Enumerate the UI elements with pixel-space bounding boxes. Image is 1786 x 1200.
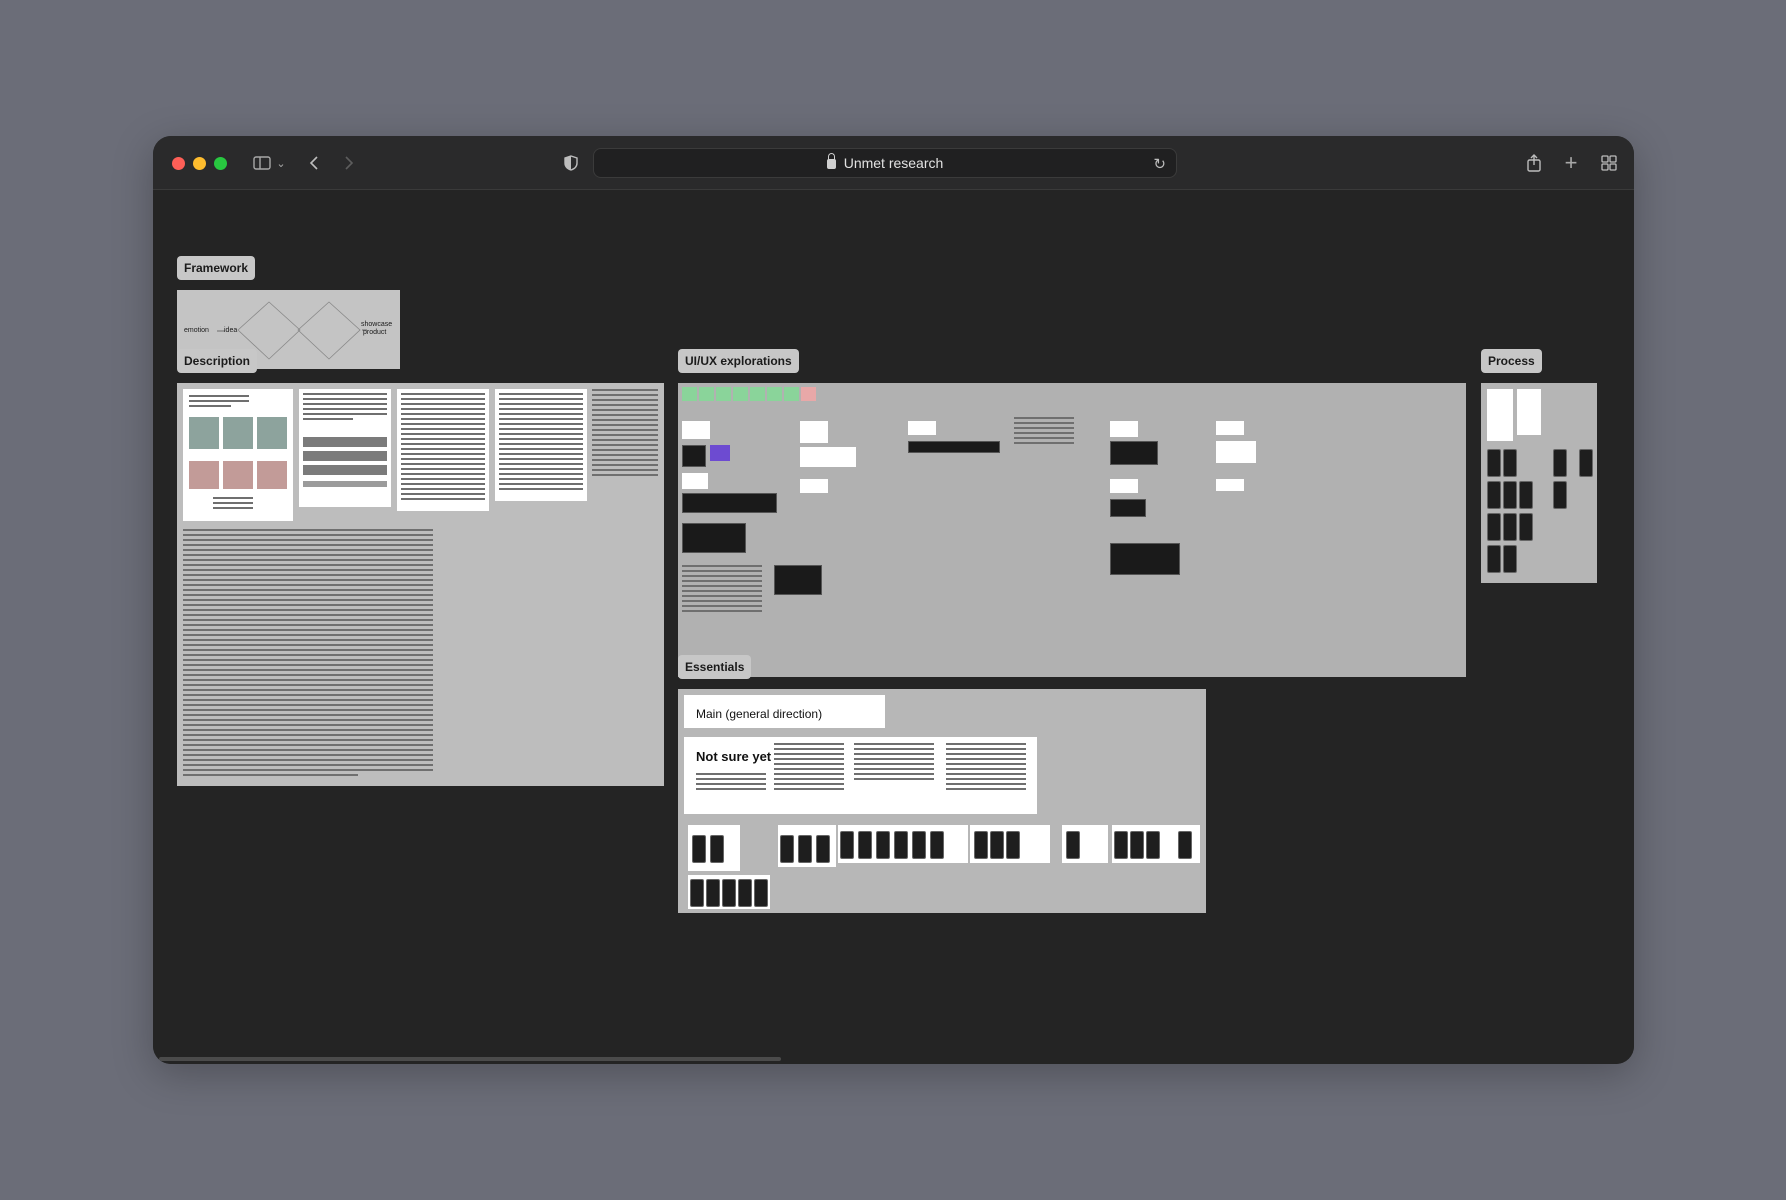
uiux-screens[interactable] xyxy=(1110,543,1180,575)
minimize-window-button[interactable] xyxy=(193,157,206,170)
description-notes xyxy=(592,389,658,479)
uiux-screen[interactable] xyxy=(774,565,822,595)
uiux-card[interactable] xyxy=(1216,421,1244,435)
uiux-card[interactable] xyxy=(1110,479,1138,493)
description-label[interactable]: Description xyxy=(177,349,258,373)
main-direction-title: Main (general direction) xyxy=(696,707,823,721)
description-card[interactable] xyxy=(495,389,587,501)
essentials-screens[interactable] xyxy=(688,875,770,909)
plus-icon[interactable]: + xyxy=(1561,150,1581,175)
essentials-label[interactable]: Essentials xyxy=(678,655,752,679)
description-card[interactable] xyxy=(397,389,489,511)
uiux-card[interactable] xyxy=(682,421,710,439)
uiux-card[interactable] xyxy=(1216,479,1244,491)
essentials-screens[interactable] xyxy=(1112,825,1200,863)
uiux-screen[interactable] xyxy=(682,445,706,467)
uiux-screens[interactable] xyxy=(908,441,1000,453)
framework-idea: idea xyxy=(224,327,238,334)
uiux-card[interactable] xyxy=(800,421,828,443)
chevron-right-icon[interactable] xyxy=(338,151,360,175)
page-title: Unmet research xyxy=(843,155,944,171)
uiux-card[interactable] xyxy=(800,447,856,467)
uiux-card[interactable] xyxy=(908,421,936,435)
uiux-card[interactable] xyxy=(800,479,828,493)
description-card[interactable] xyxy=(183,389,293,521)
browser-window: ⌄ Unmet research ↻ + Framework emotion i… xyxy=(153,136,1634,1064)
process-card[interactable] xyxy=(1487,389,1513,441)
framework-emotion: emotion xyxy=(184,327,209,334)
share-icon[interactable] xyxy=(1523,151,1545,175)
browser-toolbar: ⌄ Unmet research ↻ + xyxy=(153,136,1634,190)
description-frame[interactable] xyxy=(177,383,664,786)
chevron-left-icon[interactable] xyxy=(303,151,325,175)
shield-icon[interactable] xyxy=(561,151,581,175)
uiux-card[interactable] xyxy=(1110,421,1138,437)
close-window-button[interactable] xyxy=(172,157,185,170)
uiux-screens[interactable] xyxy=(682,523,746,553)
chevron-down-icon[interactable]: ⌄ xyxy=(274,151,288,175)
description-body-text xyxy=(183,529,433,779)
uiux-explorations-label[interactable]: UI/UX explorations xyxy=(678,349,799,373)
horizontal-scrollbar[interactable] xyxy=(159,1057,781,1061)
lock-icon xyxy=(826,153,836,169)
uiux-screen[interactable] xyxy=(1110,441,1158,465)
zoom-window-button[interactable] xyxy=(214,157,227,170)
process-frame[interactable] xyxy=(1481,383,1597,583)
essentials-screens[interactable] xyxy=(970,825,1050,863)
essentials-screens[interactable] xyxy=(778,825,836,867)
sidebar-icon[interactable] xyxy=(250,151,274,175)
not-sure-title: Not sure yet xyxy=(696,749,772,764)
tab-overview-icon[interactable] xyxy=(1598,151,1620,175)
address-bar[interactable]: Unmet research ↻ xyxy=(593,148,1177,178)
board-canvas[interactable]: Framework emotion idea showcase product … xyxy=(153,191,1634,1064)
uiux-explorations-frame[interactable] xyxy=(678,383,1466,677)
uiux-screen[interactable] xyxy=(710,445,730,461)
uiux-card[interactable] xyxy=(1216,441,1256,463)
process-card[interactable] xyxy=(1517,389,1541,435)
framework-product: product xyxy=(363,329,387,336)
uiux-card[interactable] xyxy=(682,473,708,489)
reload-icon[interactable]: ↻ xyxy=(1153,155,1166,173)
essentials-not-sure-card[interactable]: Not sure yet xyxy=(684,737,1037,814)
framework-label[interactable]: Framework xyxy=(177,256,256,280)
framework-showcase: showcase xyxy=(361,321,393,328)
essentials-screens[interactable] xyxy=(688,825,740,871)
process-label[interactable]: Process xyxy=(1481,349,1542,373)
uiux-screens[interactable] xyxy=(682,493,777,513)
description-card[interactable] xyxy=(299,389,391,507)
uiux-screens[interactable] xyxy=(1110,499,1146,517)
essentials-frame[interactable]: Main (general direction) Not sure yet xyxy=(678,689,1206,913)
essentials-screens[interactable] xyxy=(1062,825,1108,863)
essentials-main-card[interactable]: Main (general direction) xyxy=(684,695,885,728)
essentials-screens[interactable] xyxy=(838,825,968,863)
